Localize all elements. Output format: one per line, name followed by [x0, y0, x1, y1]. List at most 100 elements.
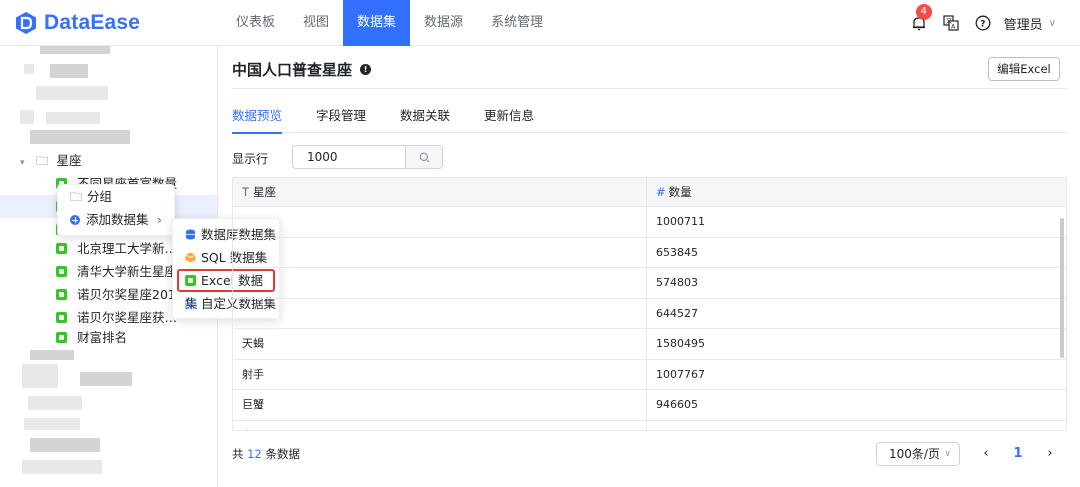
column-label: 星座	[253, 185, 277, 199]
redacted-block	[36, 86, 108, 100]
rows-count-input[interactable]	[293, 146, 405, 168]
tree-item-label: 诺贝尔奖星座2013	[76, 287, 184, 302]
redacted-block	[22, 364, 58, 388]
prev-page-button[interactable]: ‹	[975, 442, 997, 466]
page-size-select[interactable]: 100条/页 ∨	[876, 442, 960, 466]
search-button[interactable]	[405, 146, 442, 168]
table-cell: 射手	[233, 359, 647, 390]
tab-update-info[interactable]: 更新信息	[484, 107, 534, 133]
info-icon[interactable]: !	[360, 64, 372, 75]
sql-icon	[185, 252, 196, 263]
redacted-block	[24, 64, 34, 74]
table-scrollbar[interactable]	[1060, 218, 1064, 358]
redacted-block	[30, 350, 74, 360]
chevron-right-icon: ›	[157, 212, 162, 227]
tree-item-dataset[interactable]: 财富排名	[0, 326, 217, 349]
edit-excel-button[interactable]: 编辑Excel	[988, 57, 1060, 81]
help-button[interactable]: ?	[972, 12, 994, 34]
menu-item-add-dataset[interactable]: 添加数据集 ›	[58, 208, 174, 231]
page-number-current[interactable]: 1	[1007, 442, 1029, 466]
table-row: 574803	[233, 268, 1066, 299]
total-suffix: 条数据	[265, 447, 300, 461]
table-cell: 摩羯	[233, 420, 647, 430]
redacted-block	[46, 112, 100, 124]
menu-item-group[interactable]: 🗀 分组	[58, 185, 174, 208]
table-cell: 574803	[656, 276, 698, 289]
total-count: 共 12 条数据	[232, 446, 300, 462]
column-header[interactable]: # 数量	[647, 178, 1052, 207]
table-cell: 653845	[656, 245, 698, 259]
redacted-block	[30, 438, 100, 452]
nav-dataset[interactable]: 数据集	[343, 0, 411, 46]
tab-data-preview[interactable]: 数据预览	[232, 107, 283, 134]
table-cell	[233, 207, 647, 237]
svg-text:?: ?	[980, 20, 985, 30]
folder-plus-icon: 🗀	[70, 189, 83, 204]
search-icon	[419, 152, 429, 162]
excel-dataset-icon	[56, 289, 67, 300]
divider	[232, 88, 1068, 89]
tree-item-label: 北京理工大学新…	[76, 241, 177, 256]
table-cell	[233, 237, 647, 268]
redacted-block	[22, 460, 102, 474]
caret-down-icon: ▾	[20, 158, 25, 168]
tree-item-label: 诺贝尔奖星座获…	[76, 310, 177, 325]
page-title: 中国人口普查星座 !	[232, 59, 372, 80]
table-row: 644527	[233, 298, 1066, 329]
notification-button[interactable]: 4	[908, 4, 932, 34]
excel-dataset-icon	[56, 243, 67, 254]
table-row: 射手 1007767	[233, 359, 1066, 390]
table-cell	[233, 298, 647, 329]
redacted-block	[40, 46, 110, 54]
redacted-block	[28, 396, 82, 410]
custom-icon	[185, 298, 196, 309]
redacted-block	[80, 372, 132, 386]
redacted-block	[20, 110, 34, 124]
dataset-detail-panel: 中国人口普查星座 ! 编辑Excel 数据预览 字段管理 数据关联 更新信息 显…	[218, 46, 1080, 487]
nav-view[interactable]: 视图	[289, 0, 343, 46]
nav-dashboard[interactable]: 仪表板	[222, 0, 289, 46]
add-circle-icon	[70, 215, 80, 225]
table-cell: 1007767	[656, 367, 705, 381]
tree-item-label: 财富排名	[76, 330, 127, 345]
table-row: 1000711	[233, 207, 1066, 238]
redacted-block	[50, 64, 88, 78]
language-button[interactable]: 文 A	[940, 12, 962, 34]
redacted-block	[24, 418, 80, 430]
next-page-button[interactable]: ›	[1039, 442, 1061, 466]
column-header[interactable]: T 星座	[233, 178, 647, 207]
nav-system[interactable]: 系统管理	[477, 0, 557, 46]
detail-tabs: 数据预览 字段管理 数据关联 更新信息	[232, 107, 1068, 134]
excel-dataset-icon	[56, 266, 67, 277]
table-cell: 巨蟹	[233, 390, 647, 420]
table-cell: 1000711	[656, 215, 705, 228]
dataset-title: 中国人口普查星座	[232, 61, 353, 79]
tree-folder-label: 星座	[56, 153, 82, 168]
excel-dataset-icon	[56, 312, 67, 323]
translate-icon: 文 A	[943, 15, 959, 31]
nav-datasource[interactable]: 数据源	[410, 0, 477, 46]
rows-label: 显示行	[232, 152, 269, 166]
table-row: 653845	[233, 237, 1066, 268]
tab-data-relation[interactable]: 数据关联	[400, 107, 450, 133]
help-icon: ?	[975, 15, 991, 31]
app-logo[interactable]: DataEase	[14, 10, 140, 36]
tree-context-menu: 🗀 分组 添加数据集 ›	[57, 184, 175, 236]
column-label: 数量	[668, 185, 692, 199]
tree-item-label: 清华大学新生星座	[76, 264, 177, 279]
total-number: 12	[247, 447, 262, 461]
user-name: 管理员	[1003, 17, 1043, 33]
database-icon	[186, 229, 195, 240]
rows-count-field	[292, 145, 443, 169]
tree-folder-xingzuo[interactable]: ▾ 🗀 星座	[0, 149, 217, 172]
notification-badge: 4	[915, 4, 932, 20]
user-menu[interactable]: 管理员 ∨	[1004, 14, 1056, 33]
page-size-value: 100条/页	[889, 447, 940, 461]
data-preview-table: T 星座 # 数量 1000711 653845 574803 644527 天蝎 1…	[232, 177, 1067, 431]
table-header: T 星座 # 数量	[233, 178, 1066, 207]
table-cell: 天蝎	[233, 329, 647, 359]
tab-field-management[interactable]: 字段管理	[316, 107, 366, 133]
text-type-icon: T	[242, 185, 250, 199]
table-row: 巨蟹 946605	[233, 390, 1066, 421]
table-row: 天蝎 1580495	[233, 329, 1066, 360]
